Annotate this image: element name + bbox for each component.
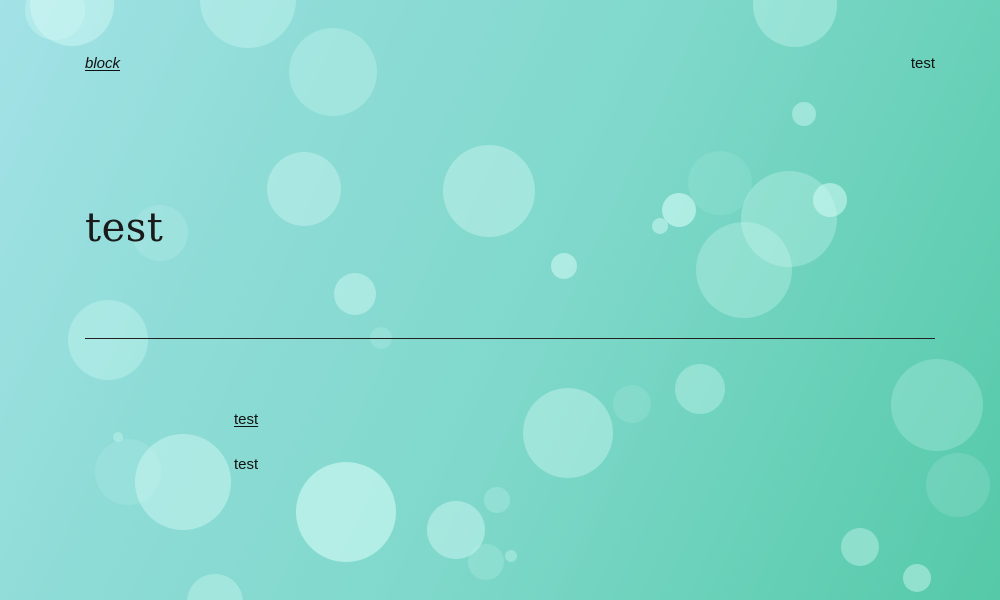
content-link[interactable]: test — [234, 411, 258, 428]
site-title-link[interactable]: block — [85, 55, 120, 72]
site-header: block test — [85, 55, 935, 77]
bokeh-background — [25, 0, 990, 600]
nav-link-test[interactable]: test — [911, 55, 935, 72]
content-text: test — [234, 456, 259, 473]
separator-line — [85, 338, 935, 339]
page-title: test — [85, 205, 164, 251]
